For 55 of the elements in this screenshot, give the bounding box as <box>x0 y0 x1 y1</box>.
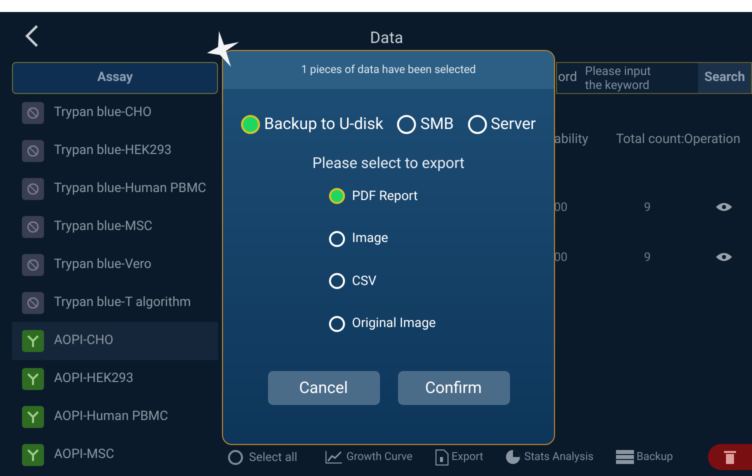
table-cell-text: 9 <box>644 249 652 266</box>
branch-icon <box>22 330 44 352</box>
assay-item[interactable]: Trypan blue-Vero <box>12 246 218 284</box>
toolbar-button[interactable]: Stats Analysis <box>505 448 594 466</box>
cell-icon <box>22 292 44 314</box>
column-header: Operation <box>684 131 740 149</box>
format-radio[interactable]: Image <box>329 229 388 248</box>
document-icon <box>434 448 449 466</box>
delete-button[interactable] <box>708 444 752 470</box>
assay-item[interactable]: Trypan blue-Human PBMC <box>12 170 218 208</box>
eye-icon[interactable] <box>716 252 732 262</box>
column-header: Total count: <box>616 131 684 149</box>
eye-icon[interactable] <box>716 202 732 212</box>
trash-icon <box>724 450 736 464</box>
table-cell-text: 00 <box>554 199 568 216</box>
sparkle-icon <box>205 29 241 69</box>
table-cell-text: 9 <box>644 199 652 216</box>
format-radio[interactable]: PDF Report <box>329 186 418 206</box>
confirm-button[interactable]: Confirm <box>398 370 510 404</box>
table-cell-text: 00 <box>554 249 568 266</box>
branch-icon <box>22 368 44 390</box>
assay-item[interactable]: AOPI-CHO <box>12 322 218 360</box>
assay-item[interactable]: AOPI-HEK293 <box>12 360 218 398</box>
assay-tab[interactable]: Assay <box>12 62 218 94</box>
format-radio[interactable]: Original Image <box>329 314 436 334</box>
target-radio[interactable]: Server <box>468 112 536 136</box>
cell-icon <box>22 178 44 200</box>
assay-item[interactable]: Trypan blue-T algorithm <box>12 284 218 322</box>
column-header: ability <box>554 131 590 149</box>
assay-item[interactable]: Trypan blue-HEK293 <box>12 132 218 170</box>
export-prompt: Please select to export <box>311 153 466 174</box>
cell-icon <box>22 254 44 276</box>
assay-item[interactable]: AOPI-Human PBMC <box>12 398 218 436</box>
dialog-header: 1 pieces of data have been selected <box>223 51 554 89</box>
server-icon <box>616 450 634 464</box>
assay-item[interactable]: Trypan blue-CHO <box>12 94 218 132</box>
line-chart-icon <box>325 450 344 464</box>
back-icon[interactable] <box>24 24 40 48</box>
cell-icon <box>22 216 44 238</box>
branch-icon <box>22 444 44 466</box>
cancel-button[interactable]: Cancel <box>268 370 380 404</box>
branch-icon <box>22 406 44 428</box>
format-radio[interactable]: CSV <box>329 272 376 291</box>
cell-icon <box>22 140 44 162</box>
page-title: Data <box>370 27 404 49</box>
cell-icon <box>22 102 44 124</box>
assay-item[interactable]: AOPI-MSC <box>12 436 218 474</box>
target-radio[interactable]: SMB <box>397 112 454 136</box>
select-all-checkbox[interactable]: Select all <box>228 448 298 466</box>
pie-chart-icon <box>505 449 522 465</box>
assay-item[interactable]: Trypan blue-MSC <box>12 208 218 246</box>
target-radio[interactable]: Backup to U-disk <box>241 112 384 136</box>
toolbar-button[interactable]: Export <box>434 448 484 466</box>
toolbar-button[interactable]: Backup <box>616 448 673 466</box>
toolbar-button[interactable]: Growth Curve <box>325 448 413 466</box>
